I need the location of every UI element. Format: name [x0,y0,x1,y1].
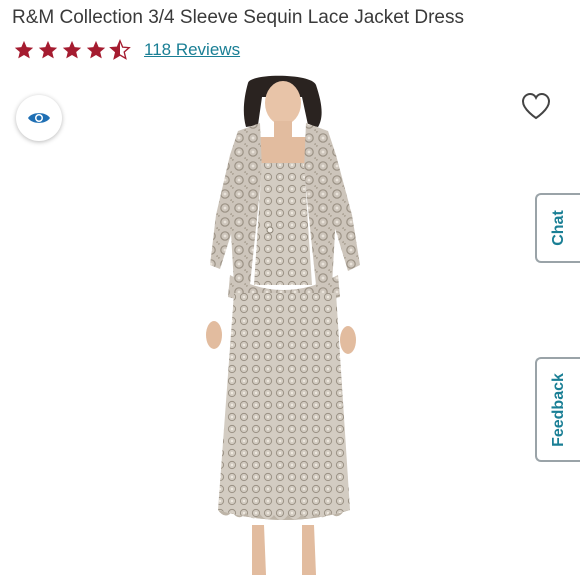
quick-view-button[interactable] [16,95,62,141]
eye-icon [28,113,50,123]
product-title: R&M Collection 3/4 Sleeve Sequin Lace Ja… [12,7,465,28]
star-icon [86,40,106,59]
star-icon [38,40,58,59]
star-icon [62,40,82,59]
chat-tab-label: Chat [549,210,567,246]
star-half-icon [109,39,131,60]
rating-row: 118 Reviews [12,38,240,62]
star-rating [12,39,132,61]
chat-tab[interactable]: Chat [535,193,580,263]
reviews-link[interactable]: 118 Reviews [144,40,240,60]
heart-icon [521,92,551,120]
favorite-button[interactable] [520,90,552,122]
product-image [206,75,360,575]
feedback-tab[interactable]: Feedback [535,357,580,462]
star-icon [14,40,34,59]
feedback-tab-label: Feedback [549,372,567,447]
